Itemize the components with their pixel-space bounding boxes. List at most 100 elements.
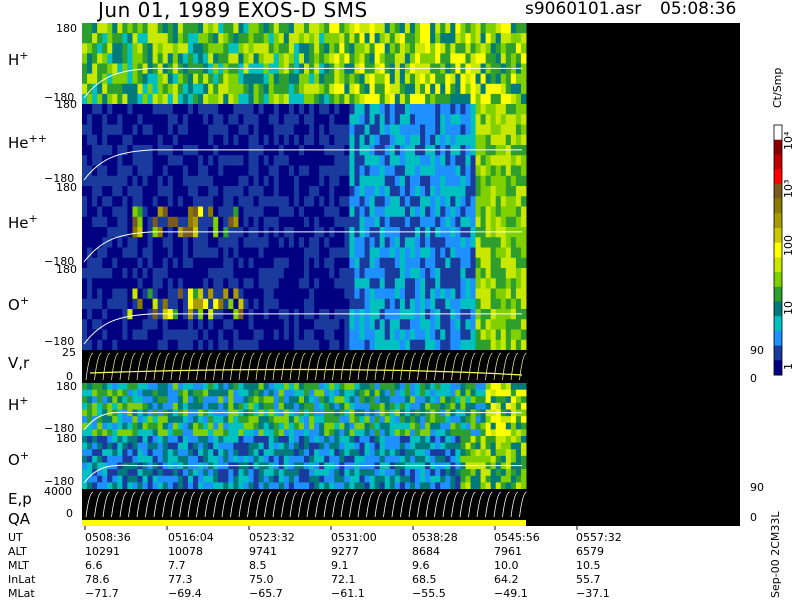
- spectrogram-cell: [177, 436, 184, 444]
- spectrogram-cell: [409, 216, 416, 228]
- spectrogram-cell: [475, 43, 482, 54]
- spectrogram-cell: [495, 475, 502, 483]
- spectrogram-cell: [228, 73, 234, 85]
- spectrogram-cell: [223, 389, 229, 397]
- spectrogram-cell: [233, 416, 239, 424]
- spectrogram-cell: [278, 442, 285, 450]
- spectrogram-cell: [198, 436, 204, 444]
- spectrogram-cell: [304, 237, 310, 248]
- spectrogram-cell: [505, 339, 512, 351]
- spectrogram-cell: [455, 33, 461, 44]
- spectrogram-cell: [309, 383, 315, 391]
- spectrogram-cell: [430, 206, 436, 218]
- spectrogram-cell: [435, 257, 441, 269]
- spectrogram-cell: [314, 175, 320, 187]
- spectrogram-cell: [465, 475, 471, 483]
- spectrogram-cell: [399, 416, 406, 424]
- spectrogram-cell: [409, 288, 416, 300]
- spectrogram-cell: [404, 396, 411, 404]
- spectrogram-cell: [162, 175, 169, 187]
- spectrogram-cell: [117, 288, 123, 300]
- spectrogram-cell: [490, 319, 497, 330]
- spectrogram-cell: [258, 83, 265, 95]
- spectrogram-cell: [177, 402, 184, 411]
- spectrogram-cell: [283, 186, 290, 197]
- spectrogram-cell: [142, 114, 149, 125]
- spectrogram-cell: [193, 339, 199, 351]
- spectrogram-cell: [187, 104, 194, 115]
- spectrogram-cell: [415, 416, 421, 424]
- spectrogram-cell: [117, 124, 123, 136]
- spectrogram-cell: [167, 288, 174, 300]
- spectrogram-cell: [490, 389, 497, 397]
- spectrogram-cell: [324, 396, 330, 404]
- spectrogram-cell: [304, 114, 310, 125]
- spectrogram-cell: [394, 449, 401, 457]
- spectrogram-cell: [520, 155, 527, 166]
- spectrogram-cell: [122, 455, 128, 464]
- spectrogram-cell: [314, 165, 320, 177]
- spectrogram-cell: [288, 268, 295, 279]
- spectrogram-cell: [505, 429, 512, 437]
- spectrogram-cell: [288, 298, 295, 310]
- spectrogram-cell: [470, 247, 477, 259]
- spectrogram-cell: [334, 247, 340, 259]
- spectrogram-cell: [193, 396, 199, 404]
- spectrogram-cell: [425, 436, 431, 444]
- spectrogram-cell: [324, 206, 330, 218]
- spectrogram-cell: [177, 268, 184, 279]
- spectrogram-cell: [450, 268, 456, 279]
- spectrogram-cell: [283, 196, 290, 207]
- spectrogram-cell: [193, 206, 199, 218]
- spectrogram-cell: [445, 206, 451, 218]
- spectrogram-cell: [213, 436, 219, 444]
- spectrogram-cell: [243, 186, 249, 197]
- spectrogram-cell: [293, 319, 300, 330]
- spectrogram-cell: [107, 63, 113, 75]
- spectrogram-cell: [324, 53, 330, 65]
- spectrogram-cell: [389, 196, 396, 207]
- spectrogram-cell: [374, 43, 381, 54]
- spectrogram-cell: [505, 402, 512, 411]
- spectrogram-cell: [268, 278, 275, 289]
- spectrogram-cell: [490, 329, 497, 341]
- spectrogram-cell: [309, 469, 315, 477]
- spectrogram-cell: [177, 257, 184, 269]
- spectrogram-cell: [435, 436, 441, 444]
- spectrogram-cell: [228, 339, 234, 351]
- spectrogram-cell: [435, 114, 441, 125]
- spectrogram-cell: [112, 449, 118, 457]
- spectrogram-cell: [142, 475, 149, 483]
- spectrogram-cell: [465, 83, 471, 95]
- spectrogram-cell: [298, 469, 305, 477]
- spectrogram-cell: [137, 475, 144, 483]
- spectrogram-cell: [122, 43, 128, 54]
- spectrogram-cell: [329, 186, 335, 197]
- spectrogram-cell: [404, 257, 411, 269]
- spectrogram-cell: [167, 482, 174, 490]
- spectrogram-cell: [167, 436, 174, 444]
- spectrogram-cell: [430, 383, 436, 391]
- spectrogram-cell: [228, 436, 234, 444]
- orbit-cell: 0538:28: [412, 531, 458, 544]
- spectrogram-cell: [193, 383, 199, 391]
- spectrogram-cell: [278, 436, 285, 444]
- spectrogram-cell: [127, 257, 133, 269]
- spectrogram-cell: [132, 83, 138, 95]
- spectrogram-cell: [112, 268, 118, 279]
- spectrogram-cell: [470, 319, 477, 330]
- spectrogram-cell: [263, 268, 270, 279]
- spectrogram-cell: [203, 416, 209, 424]
- spectrogram-cell: [193, 298, 199, 310]
- spectrogram-cell: [475, 319, 482, 330]
- spectrogram-cell: [500, 339, 507, 351]
- spectrogram-cell: [233, 288, 239, 300]
- spectrogram-cell: [435, 53, 441, 65]
- spectrogram-cell: [500, 416, 507, 424]
- spectrogram-cell: [82, 339, 88, 351]
- spectrogram-cell: [384, 33, 391, 44]
- spectrogram-cell: [344, 319, 350, 330]
- spectrogram-cell: [233, 83, 239, 95]
- spectrogram-cell: [314, 124, 320, 136]
- spectrogram-cell: [374, 288, 381, 300]
